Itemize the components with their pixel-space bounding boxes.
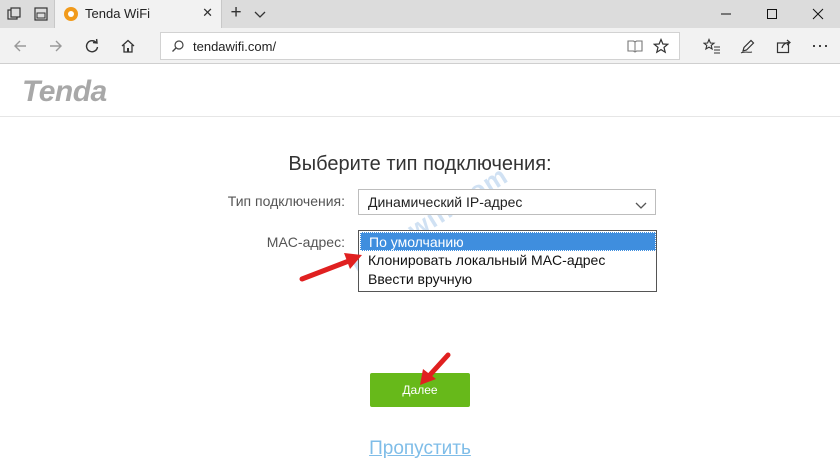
tenda-favicon-icon [64,7,78,21]
maximize-icon[interactable] [749,0,795,28]
annotation-arrow-icon [420,352,451,385]
mac-option-manual[interactable]: Ввести вручную [360,270,656,289]
more-options-icon[interactable]: ⋯ [806,32,834,60]
back-icon[interactable] [6,32,34,60]
home-icon[interactable] [114,32,142,60]
favorite-star-icon[interactable] [652,37,670,59]
browser-tab[interactable]: Tenda WiFi ✕ [54,0,222,28]
navigation-bar: tendawifi.com/ ⋯ [0,28,840,64]
annotation-arrow-icon [299,253,362,282]
mac-address-label: MAC-адрес: [266,234,345,250]
reading-view-icon[interactable] [627,39,643,58]
share-icon[interactable] [770,32,798,60]
skip-link: Пропустить [0,438,840,460]
new-tab-icon[interactable]: + [226,2,246,26]
mac-option-clone[interactable]: Клонировать локальный MAC-адрес [360,251,656,270]
tab-preview-icon[interactable] [27,0,55,28]
refresh-icon[interactable] [78,32,106,60]
close-window-icon[interactable] [795,0,840,28]
chevron-down-icon[interactable] [252,6,268,22]
mac-address-dropdown-list[interactable]: По умолчанию Клонировать локальный MAC-а… [358,230,657,292]
url-text: tendawifi.com/ [193,39,277,54]
forward-icon[interactable] [42,32,70,60]
connection-type-label: Тип подключения: [227,193,345,209]
router-setup-page: Tenda help-wifi.com Выберите тип подключ… [0,65,840,475]
address-bar[interactable]: tendawifi.com/ [160,32,680,60]
connection-type-select[interactable]: Динамический IP-адрес [358,189,656,215]
chevron-down-icon [635,197,647,215]
pen-notes-icon[interactable] [734,32,762,60]
connection-type-value: Динамический IP-адрес [368,194,523,210]
header-band: Tenda [0,65,840,117]
close-tab-icon[interactable]: ✕ [202,5,213,21]
tenda-logo: Tenda [22,75,107,108]
tab-actions-icon[interactable] [0,0,28,28]
minimize-icon[interactable] [703,0,749,28]
mac-option-default[interactable]: По умолчанию [360,232,656,251]
tab-bar: Tenda WiFi ✕ + [0,0,840,28]
favorites-list-icon[interactable] [698,32,726,60]
skip-link-text[interactable]: Пропустить [369,438,471,459]
tab-title: Tenda WiFi [85,6,151,21]
search-icon [171,39,185,58]
page-title: Выберите тип подключения: [288,153,552,175]
